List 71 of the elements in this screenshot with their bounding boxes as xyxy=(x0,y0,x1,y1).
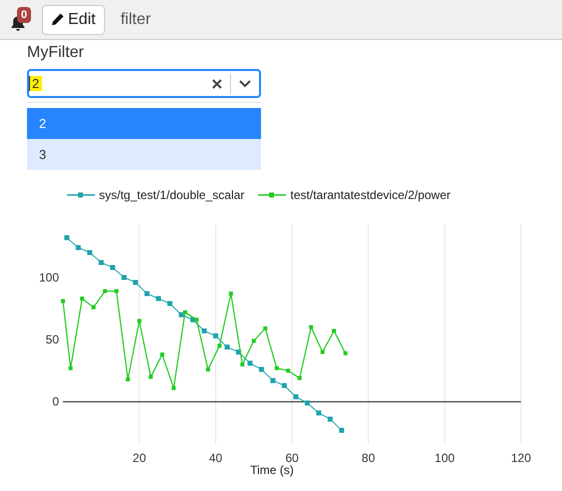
x-tick-label: 60 xyxy=(285,451,299,465)
data-point xyxy=(282,383,287,388)
select-value: 2 xyxy=(29,76,42,90)
data-point xyxy=(167,301,172,306)
data-point xyxy=(148,374,153,379)
data-point xyxy=(339,428,344,433)
data-point xyxy=(110,265,116,270)
data-point xyxy=(98,260,104,266)
data-point xyxy=(228,292,233,296)
data-point xyxy=(328,416,333,422)
data-point xyxy=(202,328,207,334)
data-point xyxy=(213,333,218,338)
page-title: filter xyxy=(120,10,151,30)
data-point xyxy=(76,245,81,250)
data-point xyxy=(286,368,290,373)
data-point xyxy=(122,274,127,280)
data-point xyxy=(92,305,96,310)
y-tick-label: 0 xyxy=(52,394,59,409)
filter-label: MyFilter xyxy=(27,43,85,63)
data-point xyxy=(248,360,253,366)
data-point xyxy=(320,350,325,354)
data-point xyxy=(137,318,142,323)
x-tick-label: 120 xyxy=(510,451,532,465)
legend-label: test/tarantatestdevice/2/power xyxy=(290,187,451,204)
x-tick-label: 20 xyxy=(132,451,146,465)
notifications-button[interactable]: 0 xyxy=(4,4,34,34)
data-point xyxy=(144,291,150,296)
data-point xyxy=(304,400,310,406)
data-point xyxy=(126,377,130,382)
data-point xyxy=(236,350,242,355)
data-point xyxy=(270,378,276,384)
data-point xyxy=(114,289,118,294)
data-point xyxy=(172,386,176,390)
data-point xyxy=(316,410,322,416)
data-point xyxy=(133,280,138,285)
legend-label: sys/tg_test/1/double_scalar xyxy=(99,187,244,204)
data-point xyxy=(217,344,222,348)
data-point xyxy=(309,325,314,330)
data-point xyxy=(68,366,73,370)
data-point xyxy=(293,394,298,400)
data-point xyxy=(206,367,210,372)
filter-select[interactable]: 2 xyxy=(27,69,261,98)
data-point xyxy=(156,296,161,302)
y-tick-label: 50 xyxy=(46,332,59,347)
data-point xyxy=(332,328,336,333)
dropdown-option[interactable]: 3 xyxy=(27,139,261,170)
data-point xyxy=(102,289,107,294)
data-point xyxy=(160,352,164,356)
data-point xyxy=(61,299,65,304)
x-tick-label: 40 xyxy=(208,451,222,465)
data-point xyxy=(87,250,92,256)
data-point xyxy=(258,366,264,372)
pencil-icon xyxy=(51,13,64,26)
edit-button[interactable]: Edit xyxy=(42,4,105,34)
notification-count: 0 xyxy=(17,6,32,22)
dropdown-option[interactable]: 2 xyxy=(27,108,261,139)
data-point xyxy=(80,296,84,301)
x-axis-title: Time (s) xyxy=(250,463,294,477)
x-tick-label: 80 xyxy=(362,451,376,465)
data-point xyxy=(252,338,256,343)
data-point xyxy=(343,351,348,356)
x-tick-label: 100 xyxy=(434,451,455,465)
data-point xyxy=(274,366,279,370)
data-point xyxy=(224,344,230,350)
data-point xyxy=(64,235,70,240)
data-point xyxy=(263,326,268,330)
y-tick-label: 100 xyxy=(38,270,59,284)
chevron-down-icon[interactable] xyxy=(239,80,251,88)
clear-icon[interactable] xyxy=(212,78,222,88)
data-point xyxy=(298,376,302,380)
data-point xyxy=(240,362,244,366)
